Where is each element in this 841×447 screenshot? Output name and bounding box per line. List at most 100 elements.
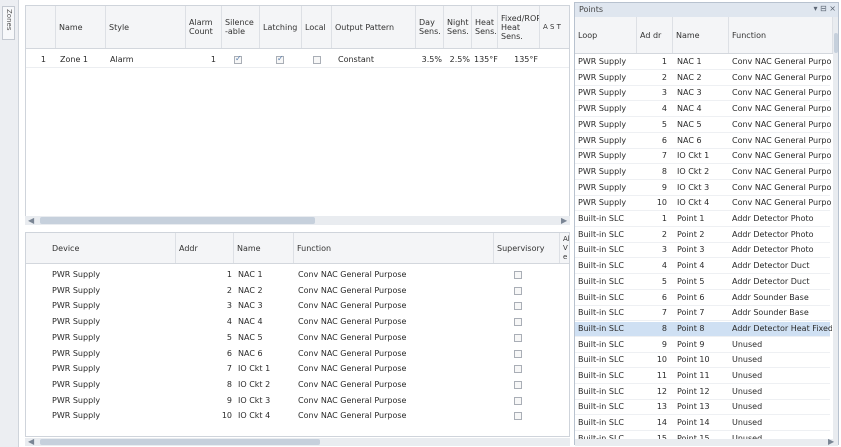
point-row-addr[interactable]: 10 [645, 355, 667, 364]
point-row-loop[interactable]: Built-in SLC [578, 308, 624, 317]
point-row[interactable]: PWR Supply 7 IO Ckt 1 Conv NAC General Purp… [575, 149, 831, 165]
point-row-function[interactable]: Addr Detector Photo [732, 230, 832, 239]
device-row-device[interactable]: PWR Supply [52, 317, 100, 326]
scroll-right-arrow-icon[interactable]: ▶ [561, 217, 567, 225]
device-row-supervisory-checkbox[interactable] [514, 318, 522, 327]
point-row-function[interactable]: Unused [732, 355, 832, 364]
point-row-addr[interactable]: 5 [645, 120, 667, 129]
zones-row-output-pattern[interactable]: Constant [338, 55, 374, 64]
point-row-name[interactable]: Point 7 [677, 308, 705, 317]
device-row-function[interactable]: Conv NAC General Purpose [298, 380, 406, 389]
zones-row-heat-sens[interactable]: 135°F [474, 55, 498, 64]
device-row-device[interactable]: PWR Supply [52, 301, 100, 310]
point-row[interactable]: Built-in SLC 9 Point 9 Unused [575, 338, 830, 353]
point-row-addr[interactable]: 9 [645, 340, 667, 349]
point-row-loop[interactable]: PWR Supply [578, 73, 626, 82]
device-row-addr[interactable]: 4 [216, 317, 232, 326]
zones-header-truncated[interactable]: A S T [540, 6, 569, 48]
point-row-function[interactable]: Addr Sounder Base [732, 308, 832, 317]
device-row-name[interactable]: NAC 6 [238, 349, 263, 358]
point-row-addr[interactable]: 6 [645, 136, 667, 145]
zones-row[interactable]: 1 Zone 1 Alarm 1 Constant 3.5% 2.5% 135°… [26, 53, 569, 67]
point-row[interactable]: Built-in SLC 2 Point 2 Addr Detector Photo [575, 228, 830, 243]
zones-row-fixed-ror[interactable]: 135°F [498, 55, 538, 64]
point-row-loop[interactable]: Built-in SLC [578, 340, 624, 349]
point-row[interactable]: Built-in SLC 11 Point 11 Unused [575, 369, 830, 384]
point-row-addr[interactable]: 11 [645, 371, 667, 380]
zones-header-fixed-ror[interactable]: Fixed/ROR Heat Sens. [498, 6, 540, 48]
point-row-name[interactable]: Point 11 [677, 371, 710, 380]
point-row-loop[interactable]: PWR Supply [578, 104, 626, 113]
device-row-function[interactable]: Conv NAC General Purpose [298, 270, 406, 279]
point-row-name[interactable]: Point 6 [677, 293, 705, 302]
zones-row-alarm-count[interactable]: 1 [186, 55, 216, 64]
point-row-addr[interactable]: 9 [645, 183, 667, 192]
scroll-left-arrow-icon[interactable]: ◀ [28, 217, 34, 225]
zones-side-tab[interactable]: Zones [2, 6, 15, 40]
point-row-name[interactable]: NAC 6 [677, 136, 702, 145]
device-row-name[interactable]: NAC 2 [238, 286, 263, 295]
device-row-function[interactable]: Conv NAC General Purpose [298, 411, 406, 420]
point-row-addr[interactable]: 6 [645, 293, 667, 302]
point-row-name[interactable]: Point 5 [677, 277, 705, 286]
point-row-loop[interactable]: Built-in SLC [578, 402, 624, 411]
device-row-function[interactable]: Conv NAC General Purpose [298, 396, 406, 405]
devices-scrollbar-thumb[interactable] [40, 439, 320, 445]
device-row-supervisory-checkbox[interactable] [514, 380, 522, 389]
device-row-function[interactable]: Conv NAC General Purpose [298, 349, 406, 358]
device-row-function[interactable]: Conv NAC General Purpose [298, 301, 406, 310]
zones-row-day-sens[interactable]: 3.5% [414, 55, 442, 64]
point-row[interactable]: PWR Supply 8 IO Ckt 2 Conv NAC General Purp… [575, 165, 831, 180]
devices-header-function[interactable]: Function [294, 233, 494, 263]
point-row-addr[interactable]: 14 [645, 418, 667, 427]
point-row-name[interactable]: Point 9 [677, 340, 705, 349]
point-row-addr[interactable]: 12 [645, 387, 667, 396]
point-row-function[interactable]: Conv NAC General Purpo [732, 136, 832, 145]
point-row[interactable]: PWR Supply 10 IO Ckt 4 Conv NAC General Pur… [575, 196, 831, 212]
scroll-right-arrow-icon[interactable]: ▶ [828, 438, 834, 446]
point-row-addr[interactable]: 2 [645, 73, 667, 82]
device-row-name[interactable]: NAC 4 [238, 317, 263, 326]
device-row-function[interactable]: Conv NAC General Purpose [298, 317, 406, 326]
point-row-loop[interactable]: Built-in SLC [578, 418, 624, 427]
point-row-loop[interactable]: PWR Supply [578, 136, 626, 145]
device-row-device[interactable]: PWR Supply [52, 380, 100, 389]
point-row-loop[interactable]: PWR Supply [578, 151, 626, 160]
point-row[interactable]: Built-in SLC 10 Point 10 Unused [575, 353, 832, 369]
device-row-addr[interactable]: 6 [216, 349, 232, 358]
zones-header-heat-sens[interactable]: Heat Sens. [472, 6, 498, 48]
point-row-addr[interactable]: 4 [645, 261, 667, 270]
point-row-addr[interactable]: 7 [645, 308, 667, 317]
point-row-addr[interactable]: 4 [645, 104, 667, 113]
device-row[interactable]: PWR Supply 10 IO Ckt 4 Conv NAC General Pur… [26, 410, 569, 424]
point-row-addr[interactable]: 5 [645, 277, 667, 286]
scroll-left-arrow-icon[interactable]: ◀ [28, 438, 34, 446]
devices-header-addr[interactable]: Addr [176, 233, 234, 263]
zones-row-style[interactable]: Alarm [110, 55, 134, 64]
devices-header-name[interactable]: Name [234, 233, 294, 263]
point-row[interactable]: PWR Supply 9 IO Ckt 3 Conv NAC General Purp… [575, 181, 831, 196]
point-row[interactable]: Built-in SLC 6 Point 6 Addr Sounder Base [575, 291, 830, 306]
zones-header-local[interactable]: Local [302, 6, 332, 48]
point-row-name[interactable]: IO Ckt 4 [677, 198, 709, 207]
device-row-addr[interactable]: 8 [216, 380, 232, 389]
point-row[interactable]: PWR Supply 1 NAC 1 Conv NAC General Purpo [575, 55, 831, 70]
point-row-name[interactable]: Point 12 [677, 387, 710, 396]
point-row-name[interactable]: NAC 2 [677, 73, 702, 82]
zones-row-name[interactable]: Zone 1 [60, 55, 88, 64]
point-row[interactable]: Built-in SLC 5 Point 5 Addr Detector Duct [575, 275, 830, 290]
devices-header-supervisory[interactable]: Supervisory [494, 233, 560, 263]
zones-header-day-sens[interactable]: Day Sens. [416, 6, 444, 48]
point-row-name[interactable]: NAC 1 [677, 57, 702, 66]
point-row-loop[interactable]: PWR Supply [578, 198, 626, 207]
point-row-function[interactable]: Addr Detector Duct [732, 277, 832, 286]
point-row-loop[interactable]: PWR Supply [578, 88, 626, 97]
point-row-function[interactable]: Addr Sounder Base [732, 293, 832, 302]
point-row-addr[interactable]: 3 [645, 245, 667, 254]
point-row-name[interactable]: Point 1 [677, 214, 705, 223]
point-row-loop[interactable]: PWR Supply [578, 183, 626, 192]
point-row[interactable]: Built-in SLC 7 Point 7 Addr Sounder Base [575, 306, 832, 322]
point-row-name[interactable]: NAC 5 [677, 120, 702, 129]
device-row-device[interactable]: PWR Supply [52, 349, 100, 358]
device-row-supervisory-checkbox[interactable] [514, 271, 522, 279]
